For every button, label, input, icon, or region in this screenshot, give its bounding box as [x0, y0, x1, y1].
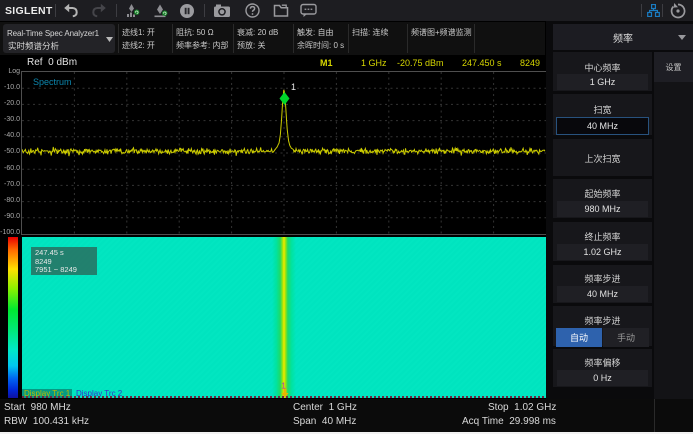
- svg-text:1: 1: [291, 82, 296, 92]
